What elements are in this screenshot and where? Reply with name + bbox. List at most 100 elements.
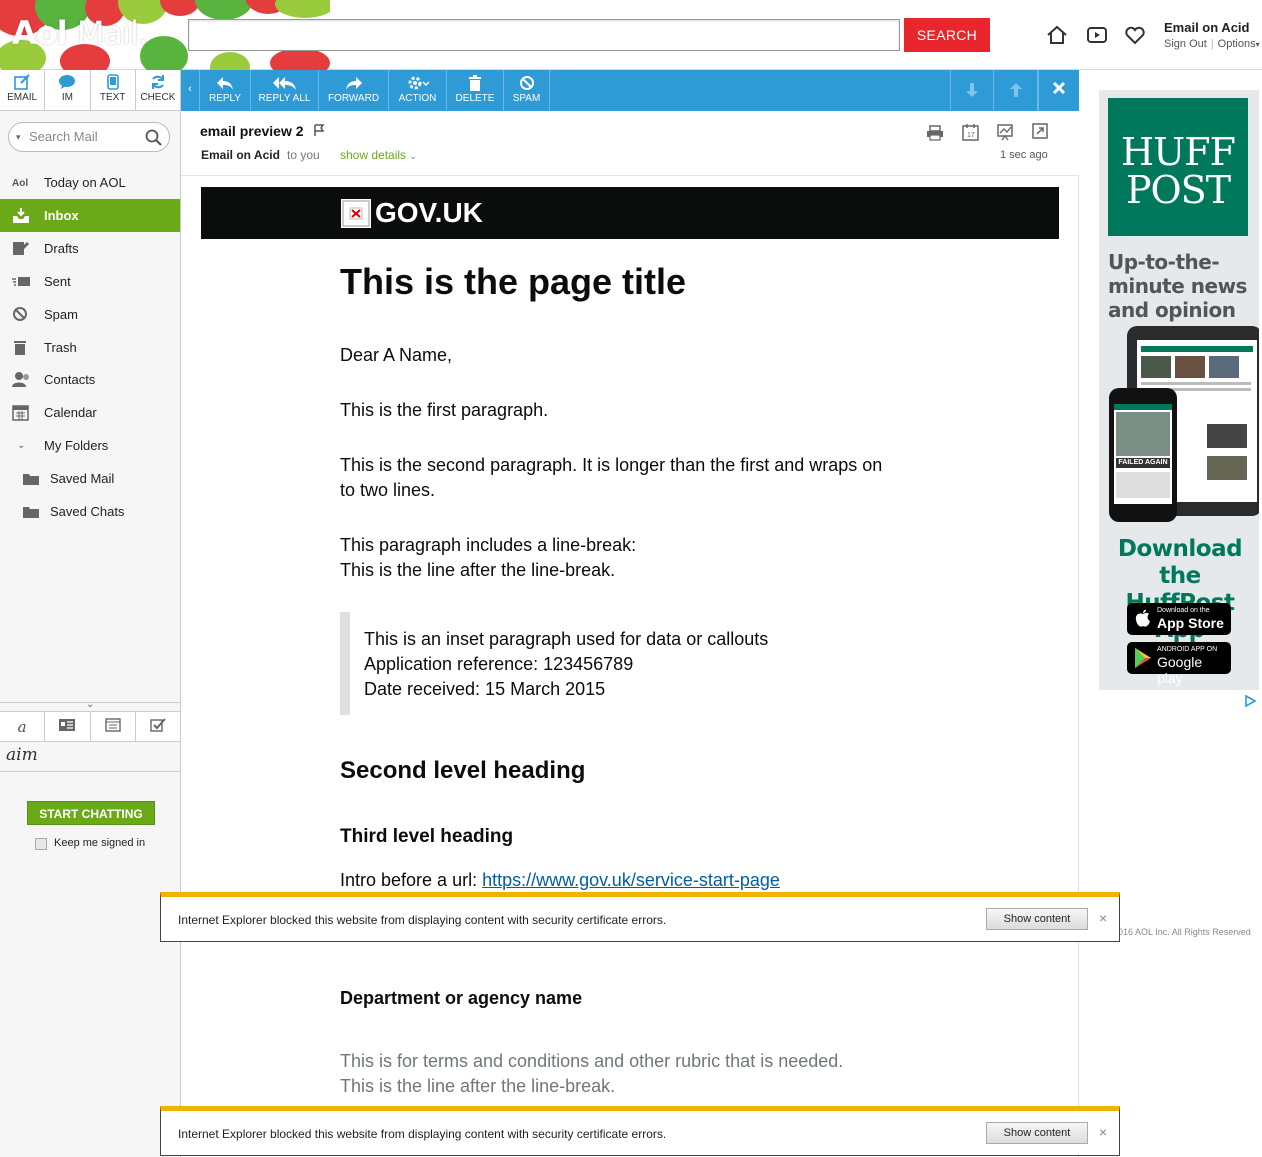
service-start-link[interactable]: https://www.gov.uk/service-start-page: [482, 870, 780, 890]
close-message-button[interactable]: [1038, 70, 1079, 111]
flag-icon[interactable]: [313, 124, 325, 136]
mail-search-input[interactable]: ▾ Search Mail: [8, 122, 170, 152]
print-icon[interactable]: [926, 125, 944, 141]
spam-button[interactable]: SPAM: [504, 70, 550, 111]
close-icon: [1052, 81, 1066, 95]
broken-image-icon: [341, 199, 371, 228]
calendar-icon: [12, 405, 29, 421]
sidebar-item-spam[interactable]: Spam: [0, 298, 180, 331]
show-content-button[interactable]: Show content: [986, 1122, 1088, 1144]
email-button-label: EMAIL: [7, 92, 38, 103]
arrow-up-icon: [1009, 83, 1022, 97]
calendar-icon: [104, 718, 121, 732]
im-button-label: IM: [61, 92, 73, 103]
sidebar-item-drafts[interactable]: Drafts: [0, 232, 180, 265]
inbox-icon: [13, 208, 29, 223]
url-paragraph: Intro before a url: https://www.gov.uk/s…: [340, 870, 780, 890]
ie-security-notification: Internet Explorer blocked this website f…: [160, 892, 1120, 942]
next-message-button[interactable]: [950, 70, 994, 111]
im-button[interactable]: IM: [45, 70, 91, 110]
collapse-sidebar-button[interactable]: ‹: [181, 70, 200, 111]
app-store-big-text: App Store: [1157, 615, 1224, 631]
second-paragraph-line-1: This is the second paragraph. It is long…: [340, 455, 883, 475]
action-button[interactable]: ACTION: [389, 70, 447, 111]
svg-text:Aol: Aol: [12, 178, 28, 189]
page-title: This is the page title: [340, 261, 687, 302]
message-subject: email preview 2: [200, 123, 325, 139]
gov-uk-header: GOV.UK: [201, 187, 1059, 239]
text-button[interactable]: TEXT: [91, 70, 136, 110]
inset-border: [340, 612, 350, 715]
compose-icon: [14, 74, 30, 90]
message-toolbar: ‹ REPLY REPLY ALL FORWARD ACTION DELETE …: [181, 70, 1079, 111]
email-button[interactable]: EMAIL: [0, 70, 46, 110]
sidebar-item-saved-mail[interactable]: Saved Mail: [0, 462, 180, 495]
heart-icon[interactable]: [1124, 24, 1146, 46]
search-icon[interactable]: [145, 129, 162, 146]
sidebar-item-my-folders[interactable]: ⌄ My Folders: [0, 429, 180, 462]
block-icon: [13, 307, 27, 321]
close-icon[interactable]: ×: [1099, 910, 1107, 926]
app-store-badge[interactable]: Download on the App Store: [1127, 603, 1231, 635]
aim-tab[interactable]: a: [0, 712, 46, 741]
third-level-heading: Third level heading: [340, 826, 514, 847]
contacts-icon: [12, 372, 29, 387]
reply-label: REPLY: [208, 93, 242, 104]
department-name: Department or agency name: [340, 988, 583, 1008]
start-chatting-button[interactable]: START CHATTING: [27, 801, 155, 825]
sender-name[interactable]: Email on Acid: [201, 148, 280, 162]
aim-tabs: a: [0, 711, 180, 742]
arrow-down-icon: [966, 83, 978, 97]
sidebar-item-trash[interactable]: Trash: [0, 331, 180, 364]
chevron-down-icon[interactable]: ⌄: [86, 699, 94, 710]
sidebar-item-label: Inbox: [44, 208, 79, 223]
tab-calendar[interactable]: [91, 712, 136, 741]
divider: [0, 771, 180, 772]
sidebar-item-calendar[interactable]: Calendar: [0, 396, 180, 429]
huffpost-advertisement[interactable]: HUFF POST Up-to-the-minute news and opini…: [1099, 90, 1259, 690]
options-link[interactable]: Options: [1218, 38, 1256, 50]
tab-contact-card[interactable]: [45, 712, 91, 741]
logo-text: Aol Mail.: [12, 14, 148, 52]
home-icon[interactable]: [1046, 24, 1068, 46]
pop-out-icon[interactable]: [1032, 123, 1048, 139]
check-mail-button[interactable]: CHECK: [136, 70, 180, 110]
copyright-text: 016 AOL Inc. All Rights Reserved: [1118, 927, 1251, 937]
close-icon[interactable]: ×: [1099, 1124, 1107, 1140]
tab-tasks[interactable]: [136, 712, 180, 741]
sidebar-item-label: Drafts: [44, 241, 79, 256]
sidebar-item-contacts[interactable]: Contacts: [0, 363, 180, 396]
sidebar-item-sent[interactable]: Sent: [0, 265, 180, 298]
check-button-label: CHECK: [140, 92, 176, 103]
google-play-big-text: Google play: [1157, 654, 1203, 686]
ie-notification-message: Internet Explorer blocked this website f…: [178, 913, 667, 927]
keep-signed-in-checkbox[interactable]: [35, 838, 47, 850]
sidebar-item-label: Calendar: [44, 405, 97, 420]
chart-icon[interactable]: [996, 123, 1014, 141]
show-content-button[interactable]: Show content: [986, 908, 1088, 930]
gov-uk-logo-text[interactable]: GOV.UK: [375, 197, 483, 229]
web-search-input[interactable]: [188, 19, 900, 51]
reply-all-label: REPLY ALL: [258, 93, 311, 104]
message-timestamp: 1 sec ago: [1000, 149, 1048, 161]
sidebar-item-saved-chats[interactable]: Saved Chats: [0, 495, 180, 528]
forward-button[interactable]: FORWARD: [319, 70, 389, 111]
search-button[interactable]: SEARCH: [904, 18, 990, 52]
google-play-badge[interactable]: ANDROID APP ON Google play: [1127, 642, 1231, 686]
aim-logo: aim: [6, 745, 38, 765]
reply-all-button[interactable]: REPLY ALL: [251, 70, 319, 111]
rubric-line-1: This is for terms and conditions and oth…: [340, 1051, 844, 1071]
adchoices-icon[interactable]: [1244, 695, 1256, 707]
add-to-calendar-icon[interactable]: 17: [962, 123, 980, 141]
sidebar-item-today-on-aol[interactable]: Aol Today on AOL: [0, 166, 180, 199]
delete-button[interactable]: DELETE: [447, 70, 504, 111]
sidebar-item-label: Spam: [44, 307, 78, 322]
previous-message-button[interactable]: [994, 70, 1038, 111]
text-button-label: TEXT: [99, 92, 126, 103]
sign-out-link[interactable]: Sign Out: [1164, 38, 1207, 50]
video-icon[interactable]: [1086, 24, 1108, 46]
trash-icon: [469, 75, 481, 91]
reply-button[interactable]: REPLY: [200, 70, 251, 111]
show-details-link[interactable]: show details ⌄: [340, 148, 417, 162]
sidebar-item-inbox[interactable]: Inbox: [0, 199, 180, 232]
